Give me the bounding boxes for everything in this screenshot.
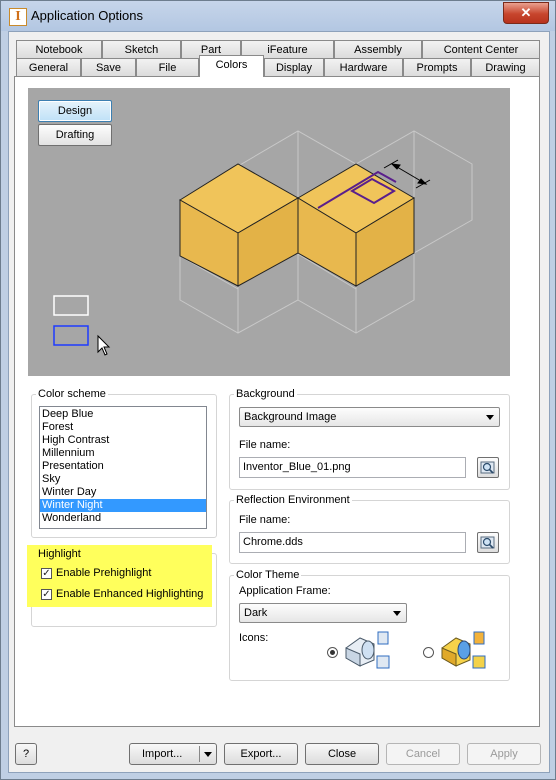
tab-save[interactable]: Save bbox=[81, 58, 136, 76]
color-theme-label: Color Theme bbox=[234, 569, 302, 581]
prehighlight-checkbox[interactable]: ✓ bbox=[41, 568, 52, 579]
apply-button[interactable]: Apply bbox=[467, 743, 541, 765]
chevron-down-icon bbox=[393, 611, 401, 616]
light-icon-set-icon bbox=[345, 631, 390, 669]
color-icon-set-icon bbox=[441, 631, 486, 669]
tab-notebook[interactable]: Notebook bbox=[16, 40, 102, 58]
import-label: Import... bbox=[142, 748, 183, 760]
icons-label: Icons: bbox=[239, 632, 269, 644]
tab-hardware[interactable]: Hardware bbox=[324, 58, 403, 76]
tab-sketch[interactable]: Sketch bbox=[102, 40, 181, 58]
color-scheme-label: Color scheme bbox=[36, 388, 108, 400]
enhanced-highlighting-label: Enable Enhanced Highlighting bbox=[56, 588, 204, 600]
background-file-label: File name: bbox=[239, 439, 291, 451]
enhanced-highlighting-checkbox[interactable]: ✓ bbox=[41, 589, 52, 600]
unselected-swatch bbox=[53, 295, 89, 316]
right-cube bbox=[297, 163, 415, 287]
tab-general[interactable]: General bbox=[16, 58, 81, 76]
chevron-down-icon bbox=[486, 415, 494, 420]
application-frame-value: Dark bbox=[244, 607, 268, 619]
tab-colors[interactable]: Colors bbox=[199, 55, 264, 77]
list-item[interactable]: Deep Blue bbox=[40, 408, 206, 421]
browse-folder-icon bbox=[480, 536, 495, 549]
list-item[interactable]: Sky bbox=[40, 473, 206, 486]
tab-assembly[interactable]: Assembly bbox=[334, 40, 422, 58]
dimension-annotation bbox=[383, 159, 431, 189]
reflection-file-label: File name: bbox=[239, 514, 291, 526]
cancel-button[interactable]: Cancel bbox=[386, 743, 460, 765]
background-browse-button[interactable] bbox=[477, 457, 499, 478]
color-scheme-preview: Design Drafting bbox=[28, 88, 510, 376]
list-item[interactable]: Forest bbox=[40, 421, 206, 434]
reflection-label: Reflection Environment bbox=[234, 494, 352, 506]
tab-content-center[interactable]: Content Center bbox=[422, 40, 540, 58]
split-divider bbox=[199, 746, 200, 762]
list-item-selected[interactable]: Winter Night bbox=[40, 499, 206, 512]
list-item[interactable]: Millennium bbox=[40, 447, 206, 460]
application-frame-label: Application Frame: bbox=[239, 585, 331, 597]
highlight-label: Highlight bbox=[36, 548, 83, 560]
selected-swatch bbox=[53, 325, 89, 346]
background-type-value: Background Image bbox=[244, 411, 337, 423]
close-window-button[interactable]: ✕ bbox=[503, 2, 549, 24]
import-button[interactable]: Import... bbox=[129, 743, 217, 765]
background-label: Background bbox=[234, 388, 297, 400]
preview-model-graphic bbox=[53, 130, 473, 356]
color-scheme-list[interactable]: Deep Blue Forest High Contrast Millenniu… bbox=[39, 406, 207, 529]
help-button[interactable]: ? bbox=[15, 743, 37, 765]
inventor-app-icon: I bbox=[9, 8, 27, 26]
reflection-browse-button[interactable] bbox=[477, 532, 499, 553]
reflection-file-input[interactable]: Chrome.dds bbox=[239, 532, 466, 553]
tab-prompts[interactable]: Prompts bbox=[403, 58, 471, 76]
mouse-cursor-icon bbox=[97, 334, 111, 356]
window-title: Application Options bbox=[31, 8, 144, 23]
icons-theme-radio-1[interactable] bbox=[327, 647, 338, 658]
list-item[interactable]: Winter Day bbox=[40, 486, 206, 499]
title-bar[interactable]: I Application Options ✕ bbox=[1, 1, 555, 31]
list-item[interactable]: Wonderland bbox=[40, 512, 206, 525]
background-type-select[interactable]: Background Image bbox=[239, 407, 500, 427]
application-frame-select[interactable]: Dark bbox=[239, 603, 407, 623]
tab-drawing[interactable]: Drawing bbox=[471, 58, 540, 76]
left-cube bbox=[179, 163, 300, 287]
browse-folder-icon bbox=[480, 461, 495, 474]
tab-file[interactable]: File bbox=[136, 58, 199, 76]
tab-display[interactable]: Display bbox=[264, 58, 324, 76]
export-button[interactable]: Export... bbox=[224, 743, 298, 765]
chevron-down-icon[interactable] bbox=[204, 752, 212, 757]
list-item[interactable]: Presentation bbox=[40, 460, 206, 473]
icons-theme-radio-2[interactable] bbox=[423, 647, 434, 658]
list-item[interactable]: High Contrast bbox=[40, 434, 206, 447]
background-file-input[interactable]: Inventor_Blue_01.png bbox=[239, 457, 466, 478]
close-button[interactable]: Close bbox=[305, 743, 379, 765]
prehighlight-label: Enable Prehighlight bbox=[56, 567, 152, 579]
